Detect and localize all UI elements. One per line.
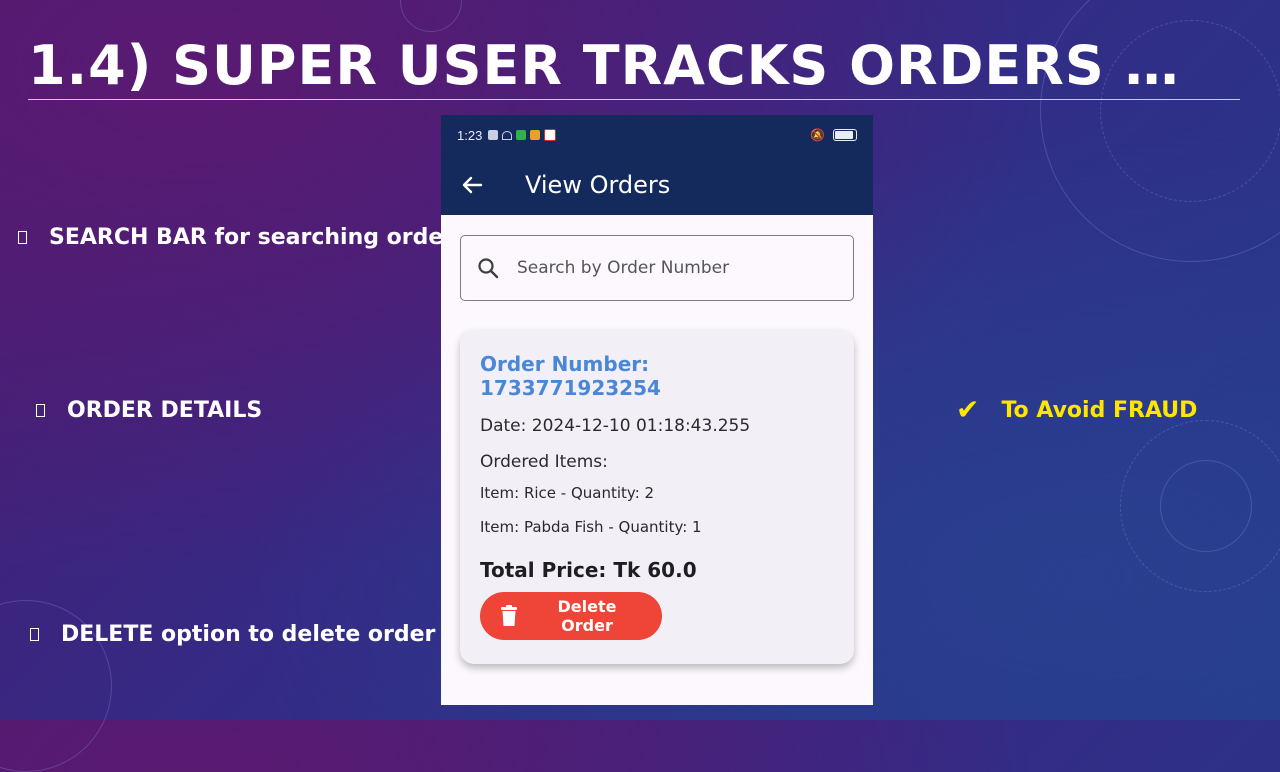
order-card: Order Number: 1733771923254 Date: 2024-1… xyxy=(460,330,854,664)
shield-app-icon xyxy=(516,130,527,140)
decorative-ring xyxy=(1120,420,1280,592)
bullet-order-details: ORDER DETAILS xyxy=(36,398,262,423)
delete-order-label: Delete Order xyxy=(557,597,617,635)
total-price: Total Price: Tk 60.0 xyxy=(480,558,697,582)
battery-icon xyxy=(833,129,857,141)
bullet-search-bar: SEARCH BAR for searching order xyxy=(18,225,454,250)
bullet-text: DELETE option to delete order xyxy=(61,622,436,647)
decorative-ring xyxy=(400,0,462,32)
delete-order-button[interactable]: Delete Order xyxy=(480,592,662,640)
bullet-marker-icon xyxy=(36,404,45,417)
search-input[interactable] xyxy=(515,257,819,279)
order-item: Item: Pabda Fish - Quantity: 1 xyxy=(480,518,702,536)
notification-icon xyxy=(488,130,499,140)
slide-title: 1.4) SUPER USER TRACKS ORDERS … xyxy=(28,34,1180,97)
gmail-icon xyxy=(544,129,557,141)
status-time: 1:23 xyxy=(457,127,483,143)
arrow-left-icon[interactable] xyxy=(461,174,489,196)
checkmark-icon: ✔ xyxy=(956,393,980,426)
order-date: Date: 2024-12-10 01:18:43.255 xyxy=(480,416,751,436)
trash-icon xyxy=(500,605,518,627)
order-item: Item: Rice - Quantity: 2 xyxy=(480,484,655,502)
bullet-marker-icon xyxy=(30,628,39,641)
bullet-text: SEARCH BAR for searching order xyxy=(49,225,455,250)
fraud-note-text: To Avoid FRAUD xyxy=(1001,397,1198,423)
order-number: Order Number: 1733771923254 xyxy=(480,352,661,400)
status-bar: 1:23 🔕 xyxy=(441,115,873,155)
bullet-marker-icon xyxy=(18,231,27,244)
bullet-text: ORDER DETAILS xyxy=(67,398,263,423)
phone-screen: 1:23 🔕 View Orders Order Number: 1733771… xyxy=(441,115,873,705)
search-bar[interactable] xyxy=(460,235,854,301)
search-icon xyxy=(477,257,499,279)
ordered-items-label: Ordered Items: xyxy=(480,452,608,472)
title-underline xyxy=(28,99,1240,100)
wifi-icon xyxy=(502,130,513,140)
app-bar: View Orders xyxy=(441,155,873,215)
status-right: 🔕 xyxy=(810,128,857,142)
mute-icon: 🔕 xyxy=(810,128,825,142)
bullet-delete-option: DELETE option to delete order xyxy=(30,622,435,647)
slack-app-icon xyxy=(530,130,541,140)
fraud-note: ✔ To Avoid FRAUD xyxy=(956,396,1197,424)
page-title: View Orders xyxy=(525,171,671,199)
